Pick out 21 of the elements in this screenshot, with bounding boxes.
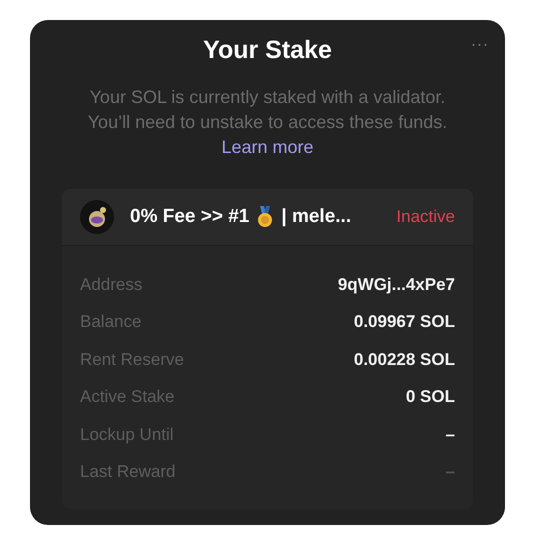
learn-more-link[interactable]: Learn more bbox=[221, 137, 314, 157]
detail-value: 9qWGj...4xPe7 bbox=[338, 274, 455, 295]
medal-icon bbox=[257, 206, 274, 228]
detail-value: – bbox=[446, 462, 455, 482]
description: Your SOL is currently staked with a validator. You’ll need to unstake to access these funds. Learn more bbox=[86, 86, 448, 159]
title: Your Stake bbox=[202, 35, 333, 66]
validator-name: | mele... bbox=[281, 206, 352, 228]
detail-label: Address bbox=[80, 274, 142, 295]
detail-value: 0.09967 SOL bbox=[354, 312, 455, 332]
detail-label: Balance bbox=[80, 312, 142, 332]
detail-label: Active Stake bbox=[80, 387, 174, 408]
detail-label: Rent Reserve bbox=[80, 350, 184, 370]
validator-name: 0% Fee >> #1 bbox=[130, 206, 250, 228]
detail-label: Last Reward bbox=[80, 462, 176, 482]
more-menu-button[interactable]: ··· bbox=[471, 36, 489, 53]
detail-value: 0 SOL bbox=[406, 387, 455, 408]
detail-label: Lockup Until bbox=[80, 424, 174, 445]
validator-avatar-icon bbox=[80, 200, 114, 234]
status-label: Inactive bbox=[396, 207, 455, 227]
detail-value: 0.00228 SOL bbox=[354, 350, 455, 370]
detail-value: – bbox=[446, 424, 455, 445]
